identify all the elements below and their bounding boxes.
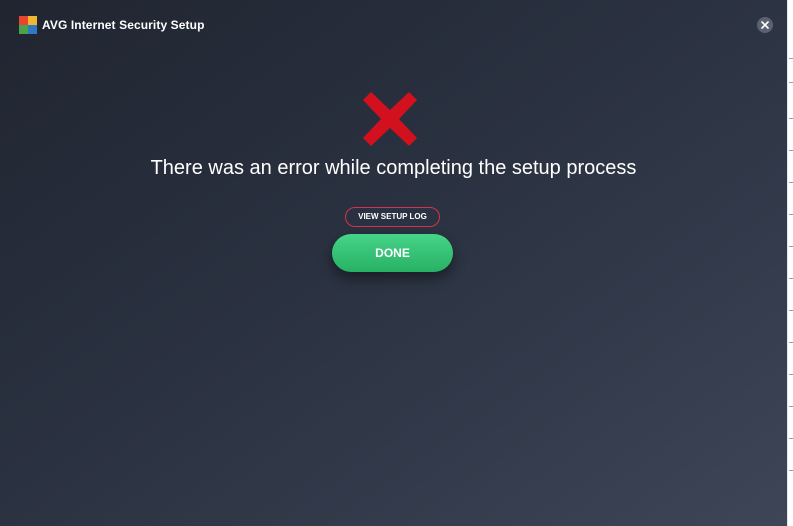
setup-window: AVG Internet Security Setup There was an… (0, 0, 787, 526)
strip-line (789, 374, 793, 375)
strip-line (789, 58, 793, 59)
strip-line (789, 406, 793, 407)
strip-line (789, 342, 793, 343)
avg-logo-icon (19, 16, 37, 34)
close-button[interactable] (757, 17, 773, 33)
strip-line (789, 214, 793, 215)
view-setup-log-button[interactable]: VIEW SETUP LOG (345, 207, 440, 227)
error-message: There was an error while completing the … (150, 157, 637, 179)
strip-line (789, 438, 793, 439)
strip-line (789, 150, 793, 151)
background-window-edge (787, 0, 793, 526)
strip-line (789, 82, 793, 83)
strip-line (789, 278, 793, 279)
strip-line (789, 118, 793, 119)
strip-line (789, 182, 793, 183)
done-button[interactable]: DONE (332, 234, 453, 272)
strip-line (789, 310, 793, 311)
strip-line (789, 470, 793, 471)
window-title: AVG Internet Security Setup (42, 18, 205, 32)
title-bar: AVG Internet Security Setup (0, 0, 787, 50)
error-x-icon (363, 92, 417, 146)
close-icon (761, 21, 769, 29)
strip-line (789, 246, 793, 247)
